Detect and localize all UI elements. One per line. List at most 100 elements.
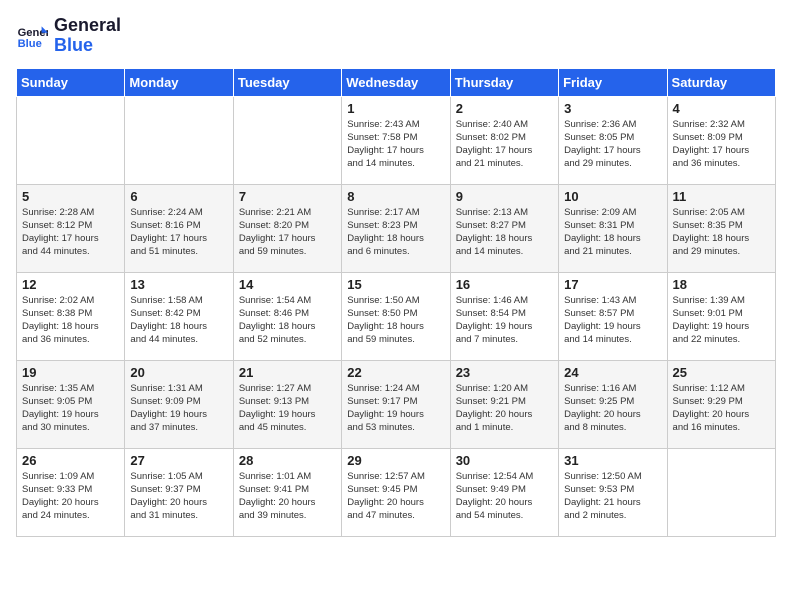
day-number: 19 <box>22 365 119 380</box>
day-number: 15 <box>347 277 444 292</box>
day-of-week-header: Monday <box>125 68 233 96</box>
day-info: Sunrise: 1:35 AM Sunset: 9:05 PM Dayligh… <box>22 382 119 435</box>
logo-general-text: General <box>54 16 121 36</box>
calendar-day-cell <box>233 96 341 184</box>
day-of-week-header: Tuesday <box>233 68 341 96</box>
day-info: Sunrise: 2:24 AM Sunset: 8:16 PM Dayligh… <box>130 206 227 259</box>
calendar-week-row: 19 Sunrise: 1:35 AM Sunset: 9:05 PM Dayli… <box>17 360 776 448</box>
day-number: 21 <box>239 365 336 380</box>
calendar-day-cell: 18Sunrise: 1:39 AM Sunset: 9:01 PM Dayli… <box>667 272 775 360</box>
calendar-day-cell: 3Sunrise: 2:36 AM Sunset: 8:05 PM Daylig… <box>559 96 667 184</box>
day-number: 16 <box>456 277 553 292</box>
day-of-week-header: Sunday <box>17 68 125 96</box>
day-number: 22 <box>347 365 444 380</box>
calendar-header-row: SundayMondayTuesdayWednesdayThursdayFrid… <box>17 68 776 96</box>
page-header: General Blue General Blue <box>16 16 776 56</box>
day-number: 29 <box>347 453 444 468</box>
calendar-day-cell <box>125 96 233 184</box>
logo-icon: General Blue <box>16 20 48 52</box>
day-number: 10 <box>564 189 661 204</box>
calendar-day-cell: 8Sunrise: 2:17 AM Sunset: 8:23 PM Daylig… <box>342 184 450 272</box>
day-number: 28 <box>239 453 336 468</box>
calendar-day-cell: 10 Sunrise: 2:09 AM Sunset: 8:31 PM Dayli… <box>559 184 667 272</box>
calendar-day-cell <box>667 448 775 536</box>
day-number: 1 <box>347 101 444 116</box>
day-number: 24 <box>564 365 661 380</box>
day-of-week-header: Thursday <box>450 68 558 96</box>
day-info: Sunrise: 2:05 AM Sunset: 8:35 PM Dayligh… <box>673 206 770 259</box>
logo: General Blue General Blue <box>16 16 121 56</box>
calendar-day-cell: 27Sunrise: 1:05 AM Sunset: 9:37 PM Dayli… <box>125 448 233 536</box>
day-number: 25 <box>673 365 770 380</box>
calendar-week-row: 5Sunrise: 2:28 AM Sunset: 8:12 PM Daylig… <box>17 184 776 272</box>
day-number: 27 <box>130 453 227 468</box>
day-info: Sunrise: 1:50 AM Sunset: 8:50 PM Dayligh… <box>347 294 444 347</box>
calendar-day-cell: 31Sunrise: 12:50 AM Sunset: 9:53 PM Dayl… <box>559 448 667 536</box>
calendar-table: SundayMondayTuesdayWednesdayThursdayFrid… <box>16 68 776 537</box>
calendar-day-cell: 29 Sunrise: 12:57 AM Sunset: 9:45 PM Dayl… <box>342 448 450 536</box>
calendar-day-cell: 14 Sunrise: 1:54 AM Sunset: 8:46 PM Dayli… <box>233 272 341 360</box>
calendar-day-cell: 9Sunrise: 2:13 AM Sunset: 8:27 PM Daylig… <box>450 184 558 272</box>
day-number: 3 <box>564 101 661 116</box>
logo-blue-text: Blue <box>54 36 121 56</box>
calendar-day-cell: 1Sunrise: 2:43 AM Sunset: 7:58 PM Daylig… <box>342 96 450 184</box>
day-info: Sunrise: 1:27 AM Sunset: 9:13 PM Dayligh… <box>239 382 336 435</box>
day-info: Sunrise: 1:09 AM Sunset: 9:33 PM Dayligh… <box>22 470 119 523</box>
calendar-day-cell: 7Sunrise: 2:21 AM Sunset: 8:20 PM Daylig… <box>233 184 341 272</box>
day-of-week-header: Friday <box>559 68 667 96</box>
day-number: 8 <box>347 189 444 204</box>
calendar-day-cell: 28 Sunrise: 1:01 AM Sunset: 9:41 PM Dayli… <box>233 448 341 536</box>
calendar-day-cell: 26Sunrise: 1:09 AM Sunset: 9:33 PM Dayli… <box>17 448 125 536</box>
day-number: 6 <box>130 189 227 204</box>
day-info: Sunrise: 2:40 AM Sunset: 8:02 PM Dayligh… <box>456 118 553 171</box>
calendar-day-cell: 4Sunrise: 2:32 AM Sunset: 8:09 PM Daylig… <box>667 96 775 184</box>
day-info: Sunrise: 1:58 AM Sunset: 8:42 PM Dayligh… <box>130 294 227 347</box>
calendar-day-cell: 15 Sunrise: 1:50 AM Sunset: 8:50 PM Dayli… <box>342 272 450 360</box>
calendar-day-cell: 13 Sunrise: 1:58 AM Sunset: 8:42 PM Dayli… <box>125 272 233 360</box>
day-info: Sunrise: 1:46 AM Sunset: 8:54 PM Dayligh… <box>456 294 553 347</box>
day-info: Sunrise: 2:32 AM Sunset: 8:09 PM Dayligh… <box>673 118 770 171</box>
day-info: Sunrise: 1:01 AM Sunset: 9:41 PM Dayligh… <box>239 470 336 523</box>
day-of-week-header: Saturday <box>667 68 775 96</box>
day-info: Sunrise: 1:24 AM Sunset: 9:17 PM Dayligh… <box>347 382 444 435</box>
calendar-day-cell: 25Sunrise: 1:12 AM Sunset: 9:29 PM Dayli… <box>667 360 775 448</box>
day-info: Sunrise: 2:02 AM Sunset: 8:38 PM Dayligh… <box>22 294 119 347</box>
day-number: 12 <box>22 277 119 292</box>
day-number: 13 <box>130 277 227 292</box>
day-info: Sunrise: 1:54 AM Sunset: 8:46 PM Dayligh… <box>239 294 336 347</box>
calendar-day-cell: 16 Sunrise: 1:46 AM Sunset: 8:54 PM Dayli… <box>450 272 558 360</box>
day-number: 20 <box>130 365 227 380</box>
day-number: 14 <box>239 277 336 292</box>
calendar-day-cell: 2 Sunrise: 2:40 AM Sunset: 8:02 PM Daylig… <box>450 96 558 184</box>
day-number: 23 <box>456 365 553 380</box>
calendar-day-cell: 12 Sunrise: 2:02 AM Sunset: 8:38 PM Dayli… <box>17 272 125 360</box>
day-number: 7 <box>239 189 336 204</box>
calendar-day-cell: 23 Sunrise: 1:20 AM Sunset: 9:21 PM Dayli… <box>450 360 558 448</box>
calendar-day-cell: 22 Sunrise: 1:24 AM Sunset: 9:17 PM Dayli… <box>342 360 450 448</box>
calendar-day-cell: 17Sunrise: 1:43 AM Sunset: 8:57 PM Dayli… <box>559 272 667 360</box>
day-info: Sunrise: 1:43 AM Sunset: 8:57 PM Dayligh… <box>564 294 661 347</box>
calendar-week-row: 12 Sunrise: 2:02 AM Sunset: 8:38 PM Dayli… <box>17 272 776 360</box>
calendar-day-cell <box>17 96 125 184</box>
day-info: Sunrise: 2:09 AM Sunset: 8:31 PM Dayligh… <box>564 206 661 259</box>
day-number: 2 <box>456 101 553 116</box>
day-info: Sunrise: 12:57 AM Sunset: 9:45 PM Daylig… <box>347 470 444 523</box>
day-of-week-header: Wednesday <box>342 68 450 96</box>
calendar-day-cell: 6 Sunrise: 2:24 AM Sunset: 8:16 PM Daylig… <box>125 184 233 272</box>
calendar-day-cell: 11 Sunrise: 2:05 AM Sunset: 8:35 PM Dayli… <box>667 184 775 272</box>
calendar-day-cell: 21 Sunrise: 1:27 AM Sunset: 9:13 PM Dayli… <box>233 360 341 448</box>
day-number: 11 <box>673 189 770 204</box>
calendar-day-cell: 19 Sunrise: 1:35 AM Sunset: 9:05 PM Dayli… <box>17 360 125 448</box>
calendar-week-row: 26Sunrise: 1:09 AM Sunset: 9:33 PM Dayli… <box>17 448 776 536</box>
day-number: 30 <box>456 453 553 468</box>
calendar-day-cell: 20 Sunrise: 1:31 AM Sunset: 9:09 PM Dayli… <box>125 360 233 448</box>
day-info: Sunrise: 12:54 AM Sunset: 9:49 PM Daylig… <box>456 470 553 523</box>
day-info: Sunrise: 2:28 AM Sunset: 8:12 PM Dayligh… <box>22 206 119 259</box>
day-info: Sunrise: 2:13 AM Sunset: 8:27 PM Dayligh… <box>456 206 553 259</box>
day-info: Sunrise: 1:39 AM Sunset: 9:01 PM Dayligh… <box>673 294 770 347</box>
day-info: Sunrise: 1:16 AM Sunset: 9:25 PM Dayligh… <box>564 382 661 435</box>
day-info: Sunrise: 1:31 AM Sunset: 9:09 PM Dayligh… <box>130 382 227 435</box>
svg-text:Blue: Blue <box>18 38 42 50</box>
day-info: Sunrise: 1:20 AM Sunset: 9:21 PM Dayligh… <box>456 382 553 435</box>
day-info: Sunrise: 12:50 AM Sunset: 9:53 PM Daylig… <box>564 470 661 523</box>
